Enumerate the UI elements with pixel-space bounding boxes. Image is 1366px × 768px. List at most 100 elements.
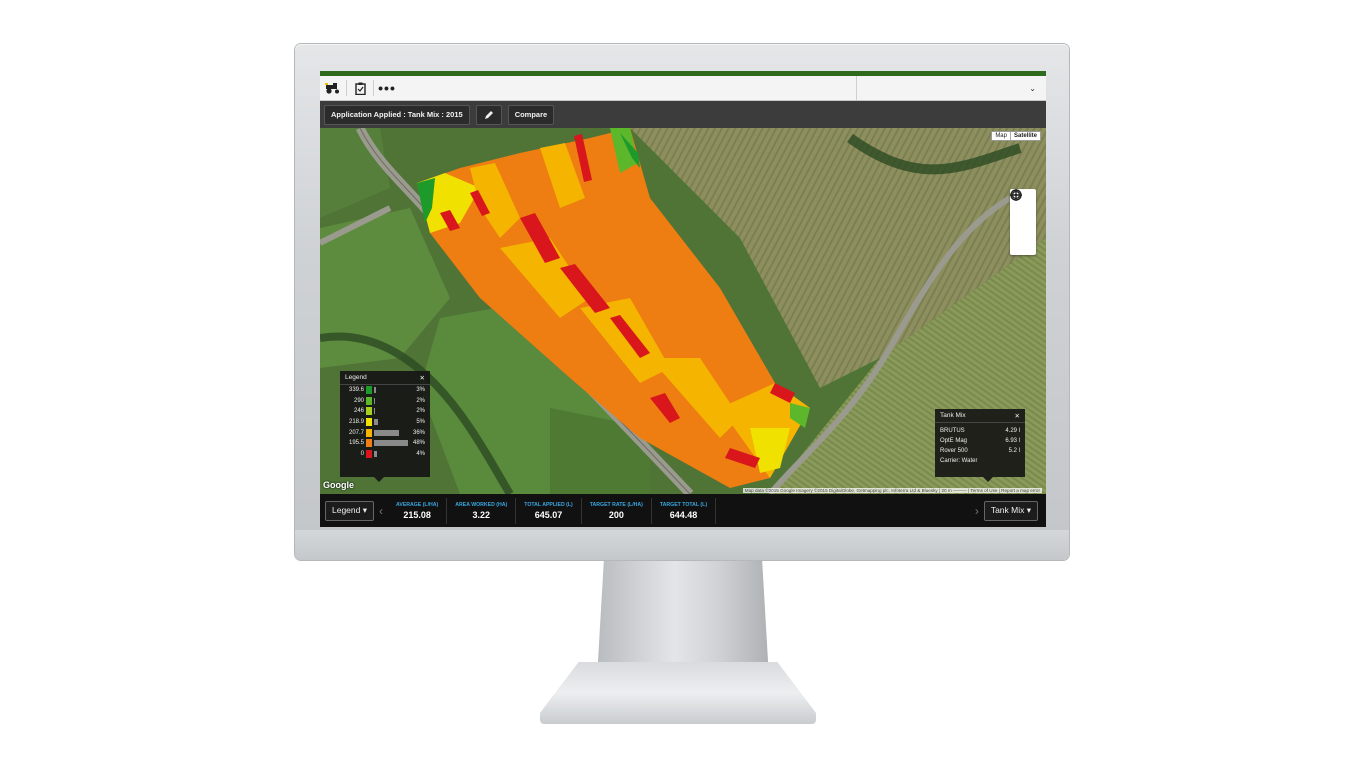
tank-mix-row: OptE Mag 6.93 l bbox=[935, 436, 1025, 446]
chevron-down-icon: ⌄ bbox=[1029, 83, 1036, 93]
layer-selector[interactable]: Application Applied : Tank Mix : 2015 bbox=[324, 104, 470, 125]
map-type-map[interactable]: Map bbox=[992, 132, 1010, 140]
compare-button[interactable]: Compare bbox=[507, 104, 555, 125]
legend-bar bbox=[374, 450, 377, 457]
product-value: 6.93 l bbox=[1005, 438, 1020, 444]
map-attribution[interactable]: Map data ©2015 Google Imagery ©2015 Digi… bbox=[742, 488, 1042, 493]
legend-swatch bbox=[366, 439, 372, 448]
stat-label: TOTAL APPLIED (L) bbox=[524, 501, 573, 508]
stat-label: AREA WORKED (HA) bbox=[455, 501, 508, 508]
stat-value: 215.08 bbox=[403, 509, 431, 520]
legend-dropdown[interactable]: Legend ▾ bbox=[325, 500, 374, 521]
legend-bar bbox=[374, 408, 375, 415]
legend-row: 339.6 3% bbox=[340, 385, 430, 396]
product-name: BRUTUS bbox=[940, 428, 965, 434]
legend-bar bbox=[374, 419, 378, 426]
stat-value: 645.07 bbox=[534, 509, 563, 520]
legend-swatch bbox=[366, 428, 372, 437]
tank-mix-panel: Tank Mix ✕ BRUTUS 4.29 l OptE Mag 6.93 l… bbox=[935, 409, 1025, 482]
carrier-row: Carrier: Water bbox=[935, 456, 1025, 466]
legend-percent: 2% bbox=[416, 408, 425, 415]
legend-percent: 4% bbox=[416, 450, 425, 457]
zoom-out-icon[interactable] bbox=[1010, 189, 1036, 255]
product-name: Rover 500 bbox=[940, 448, 968, 454]
legend-swatch bbox=[366, 407, 372, 416]
stat-item: TARGET RATE (L/HA) 200 bbox=[582, 497, 652, 524]
legend-bar bbox=[374, 397, 375, 404]
legend-value: 339.6 bbox=[348, 387, 364, 394]
toolbar: ••• ⌄ bbox=[320, 76, 1046, 101]
legend-row: 246 2% bbox=[340, 406, 430, 417]
legend-rows: 339.6 3% 290 2% 246 2% 218.9 5% 207.7 36% 195.5 48%… bbox=[340, 385, 430, 459]
legend-row: 195.5 48% bbox=[340, 438, 430, 449]
close-icon[interactable]: ✕ bbox=[420, 374, 425, 382]
pencil-icon[interactable] bbox=[475, 104, 502, 125]
legend-swatch bbox=[366, 418, 372, 427]
stats-strip: AVERAGE (L/HA) 215.08 AREA WORKED (HA) 3.22… bbox=[388, 497, 717, 524]
product-name: OptE Mag bbox=[940, 438, 968, 444]
zoom-in-icon[interactable] bbox=[1010, 189, 1036, 233]
legend-value: 0 bbox=[360, 450, 364, 457]
product-value: 4.29 l bbox=[1005, 428, 1020, 434]
map-view[interactable]: Map Satellite Legend ✕ 339.6 3% 290 2% 2… bbox=[320, 128, 1046, 494]
legend-row: 0 4% bbox=[340, 449, 430, 460]
monitor-neck bbox=[597, 560, 769, 678]
tractor-icon[interactable] bbox=[320, 77, 346, 99]
legend-bar bbox=[374, 440, 408, 447]
legend-value: 195.5 bbox=[348, 440, 364, 447]
legend-value: 207.7 bbox=[348, 429, 364, 436]
legend-percent: 5% bbox=[416, 419, 425, 426]
monitor-chin bbox=[295, 530, 1069, 560]
close-icon[interactable]: ✕ bbox=[1015, 412, 1020, 420]
prev-arrow-icon[interactable]: ‹ bbox=[374, 504, 388, 518]
legend-row: 218.9 5% bbox=[340, 417, 430, 428]
bottom-bar: Legend ▾ ‹ AVERAGE (L/HA) 215.08 AREA WORK… bbox=[320, 494, 1046, 527]
tank-mix-row: Rover 500 5.2 l bbox=[935, 446, 1025, 456]
more-icon[interactable]: ••• bbox=[374, 77, 400, 99]
stat-value: 200 bbox=[608, 509, 624, 520]
tank-mix-title: Tank Mix bbox=[940, 412, 966, 419]
tank-mix-header: Tank Mix ✕ bbox=[935, 409, 1025, 423]
legend-percent: 48% bbox=[412, 440, 425, 447]
legend-percent: 2% bbox=[416, 397, 425, 404]
product-value: 5.2 l bbox=[1008, 448, 1020, 454]
stat-label: AVERAGE (L/HA) bbox=[396, 501, 439, 508]
legend-row: 290 2% bbox=[340, 396, 430, 407]
screen: ••• ⌄ Application Applied : Tank Mix : 2… bbox=[320, 71, 1046, 527]
stat-value: 644.48 bbox=[669, 509, 698, 520]
stat-value: 3.22 bbox=[472, 509, 491, 520]
google-logo: Google bbox=[323, 480, 354, 490]
map-type-satellite[interactable]: Satellite bbox=[1009, 132, 1040, 140]
legend-swatch bbox=[366, 396, 372, 405]
stat-item: AREA WORKED (HA) 3.22 bbox=[447, 497, 517, 524]
zoom-controls bbox=[1010, 189, 1036, 255]
stat-label: TARGET TOTAL (L) bbox=[659, 501, 708, 508]
toolbar-dropdown[interactable]: ⌄ bbox=[856, 76, 1046, 100]
tank-mix-pointer bbox=[983, 477, 993, 482]
next-arrow-icon[interactable]: › bbox=[970, 504, 984, 518]
legend-value: 218.9 bbox=[348, 419, 364, 426]
stat-label: TARGET RATE (L/HA) bbox=[589, 501, 643, 508]
legend-value: 290 bbox=[353, 397, 364, 404]
clipboard-icon[interactable] bbox=[347, 77, 373, 99]
legend-swatch bbox=[366, 386, 372, 395]
legend-percent: 3% bbox=[416, 387, 425, 394]
legend-title: Legend bbox=[345, 374, 367, 381]
legend-header: Legend ✕ bbox=[340, 371, 430, 385]
stat-item: AVERAGE (L/HA) 215.08 bbox=[388, 497, 448, 524]
tank-mix-row: BRUTUS 4.29 l bbox=[935, 426, 1025, 436]
carrier-label: Carrier: Water bbox=[940, 458, 978, 464]
legend-swatch bbox=[366, 449, 372, 458]
legend-panel: Legend ✕ 339.6 3% 290 2% 246 2% 218.9 5% 207.7 36… bbox=[340, 371, 430, 482]
legend-bar bbox=[374, 429, 399, 436]
stat-item: TOTAL APPLIED (L) 645.07 bbox=[516, 497, 582, 524]
tank-mix-dropdown[interactable]: Tank Mix ▾ bbox=[983, 500, 1038, 521]
map-type-toggle: Map Satellite bbox=[991, 131, 1041, 141]
legend-row: 207.7 36% bbox=[340, 427, 430, 438]
legend-bar bbox=[374, 387, 376, 394]
legend-percent: 36% bbox=[412, 429, 425, 436]
legend-value: 246 bbox=[353, 408, 364, 415]
stat-item: TARGET TOTAL (L) 644.48 bbox=[652, 497, 717, 524]
stage: ••• ⌄ Application Applied : Tank Mix : 2… bbox=[0, 0, 1366, 768]
monitor-stand bbox=[540, 662, 816, 724]
